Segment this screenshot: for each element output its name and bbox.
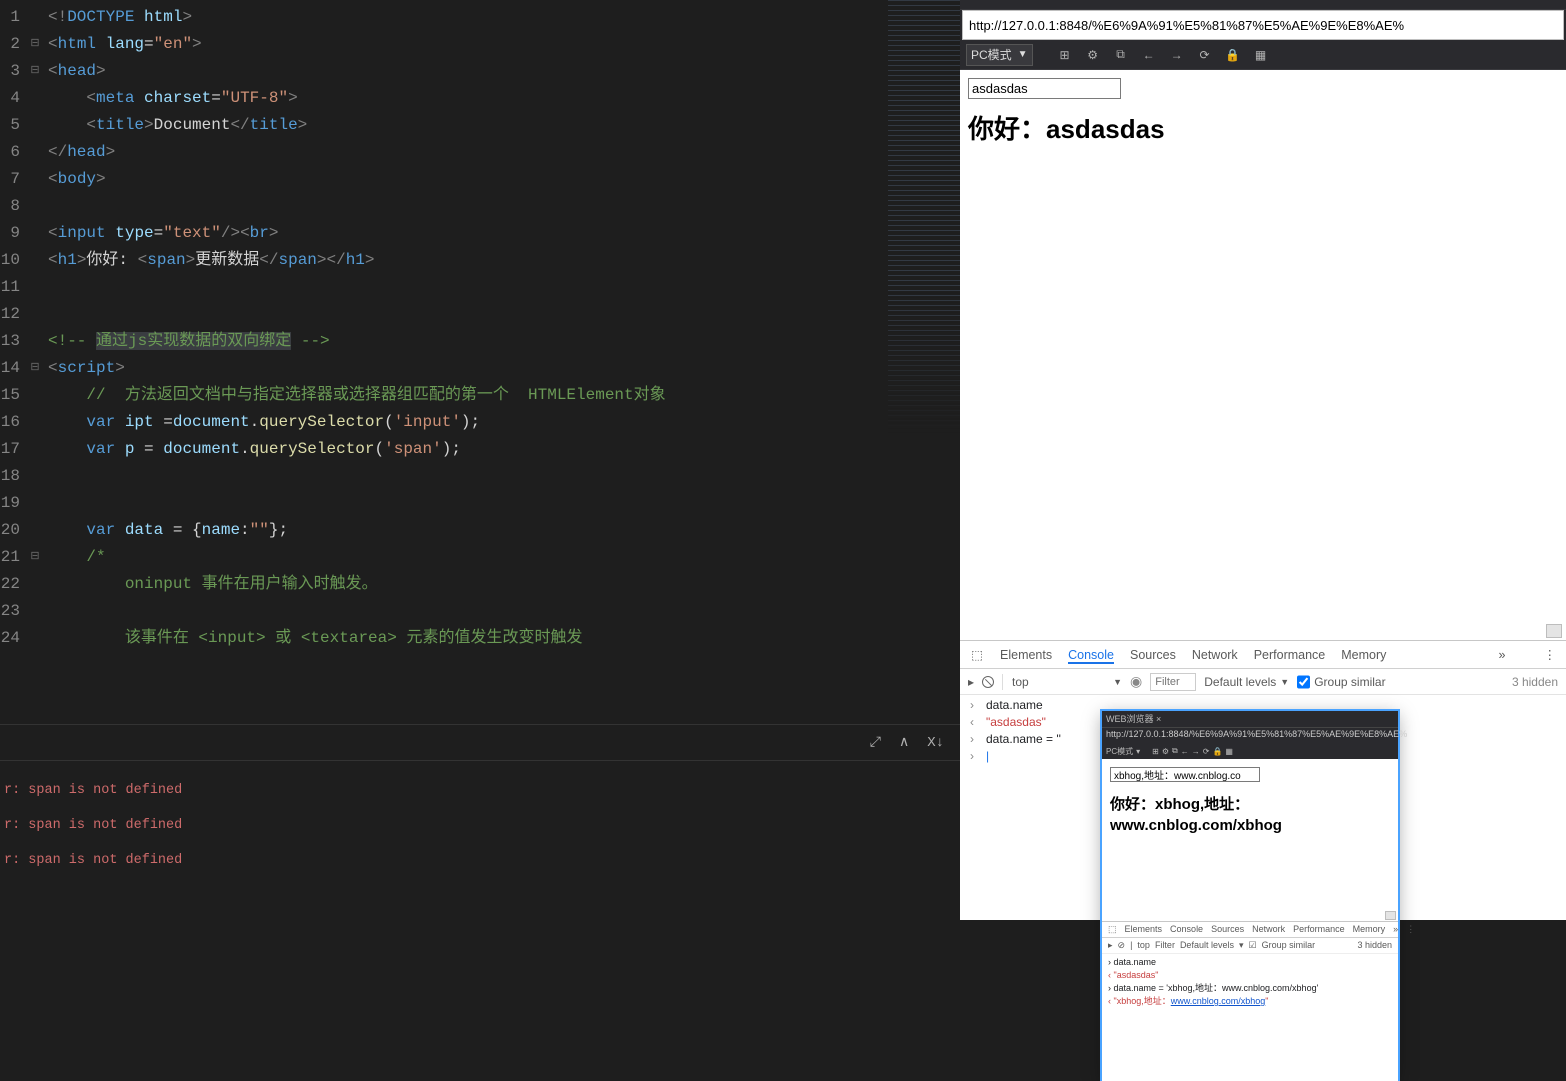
- preview-console-line: ‹ "xbhog,地址：www.cnblog.com/xbhog": [1108, 995, 1392, 1008]
- chevron-down-icon: ▼: [1018, 49, 1028, 60]
- page-heading: 你好：asdasdas: [968, 109, 1558, 146]
- console-toolbar: ▸ top▼ ◉ Default levels▼ Group similar 3…: [960, 669, 1566, 695]
- status-icon-up[interactable]: ∧: [899, 734, 909, 751]
- terminal-error-line: r: span is not defined: [4, 843, 956, 878]
- preview-hidden: 3 hidden: [1357, 940, 1392, 951]
- status-icon-x[interactable]: X↓: [927, 735, 944, 751]
- heading-span: asdasdas: [1046, 114, 1165, 144]
- preview-title: WEB浏览器 ×: [1102, 711, 1398, 727]
- minimap[interactable]: [888, 0, 960, 724]
- address-bar: [962, 10, 1564, 40]
- preview-group: Group similar: [1262, 940, 1316, 951]
- preview-console-line: › data.name: [1108, 956, 1392, 969]
- browser-tool-icon-6[interactable]: 🔒: [1221, 43, 1245, 67]
- browser-tool-icon-4[interactable]: →: [1165, 43, 1189, 67]
- preview-filter: Filter: [1155, 940, 1175, 951]
- preview-context: top: [1137, 940, 1150, 951]
- screenshot-preview-overlay: WEB浏览器 × http://127.0.0.1:8848/%E6%9A%91…: [1102, 711, 1398, 1081]
- console-filter-input[interactable]: [1150, 673, 1196, 691]
- devtools-tabs: ⬚ Elements Console Sources Network Performan…: [960, 641, 1566, 669]
- devtools-menu-icon[interactable]: ⋮: [1544, 647, 1557, 662]
- rendered-page: 你好：asdasdas: [960, 70, 1566, 640]
- preview-console-line: › data.name = 'xbhog,地址：www.cnblog.com/x…: [1108, 982, 1392, 995]
- line-number-gutter: 123456789101112131415161718192021222324: [0, 0, 28, 724]
- preview-page-input: [1110, 767, 1260, 782]
- log-levels-select[interactable]: Default levels▼: [1204, 675, 1289, 689]
- console-clear-icon[interactable]: [982, 676, 994, 688]
- preview-heading: 你好：xbhog,地址： www.cnblog.com/xbhog: [1110, 794, 1390, 836]
- editor-status-bar: ⤢ ∧ X↓: [0, 724, 960, 760]
- heading-prefix: 你好：: [968, 114, 1046, 144]
- preview-mode: PC模式: [1106, 746, 1133, 757]
- terminal-error-line: r: span is not defined: [4, 808, 956, 843]
- preview-levels: Default levels: [1180, 940, 1234, 951]
- page-text-input[interactable]: [968, 78, 1121, 99]
- devtools-tab-elements[interactable]: Elements: [1000, 648, 1052, 662]
- browser-tool-icon-0[interactable]: ⊞: [1053, 43, 1077, 67]
- browser-tool-icon-1[interactable]: ⚙: [1081, 43, 1105, 67]
- devtools-dock-icon[interactable]: [1546, 624, 1562, 638]
- console-play-icon[interactable]: ▸: [968, 675, 974, 689]
- terminal-error-line: r: span is not defined: [4, 773, 956, 808]
- editor-body: 123456789101112131415161718192021222324 …: [0, 0, 960, 724]
- devtools-panel: ⬚ Elements Console Sources Network Performan…: [960, 640, 1566, 920]
- terminal-panel[interactable]: r: span is not definedr: span is not def…: [0, 760, 960, 920]
- preview-dock-icon: [1385, 911, 1396, 920]
- devtools-tab-memory[interactable]: Memory: [1341, 648, 1386, 662]
- devtools-tab-console[interactable]: Console: [1068, 648, 1114, 664]
- browser-tool-icon-7[interactable]: ▦: [1249, 43, 1273, 67]
- group-similar-check[interactable]: [1297, 673, 1310, 691]
- preview-tab-performance: Performance: [1293, 924, 1345, 935]
- preview-h1-line1: 你好：xbhog,地址：: [1110, 796, 1249, 813]
- browser-toolbar: PC模式 ▼ ⊞⚙⧉←→⟳🔒▦: [960, 40, 1566, 70]
- preview-devtools: ⬚ElementsConsoleSourcesNetworkPerformanc…: [1102, 921, 1398, 1081]
- status-icon-expand[interactable]: ⤢: [870, 735, 881, 751]
- devtools-tab-network[interactable]: Network: [1192, 648, 1238, 662]
- code-editor-pane: 123456789101112131415161718192021222324 …: [0, 0, 960, 920]
- preview-toolbar: PC模式▾ ⊞⚙⧉←→⟳🔒▦: [1102, 743, 1398, 759]
- preview-h1-line2: www.cnblog.com/xbhog: [1110, 817, 1282, 834]
- group-similar-label: Group similar: [1314, 675, 1385, 689]
- fold-gutter: ⊟⊟ ⊟ ⊟: [28, 0, 42, 724]
- browser-tab-strip: [960, 0, 1566, 10]
- devtools-tab-sources[interactable]: Sources: [1130, 648, 1176, 662]
- preview-tab-sources: Sources: [1211, 924, 1244, 935]
- hidden-count: 3 hidden: [1512, 675, 1558, 689]
- preview-tab-memory: Memory: [1353, 924, 1386, 935]
- preview-tab-network: Network: [1252, 924, 1285, 935]
- preview-console-line: ‹ "asdasdas": [1108, 969, 1392, 982]
- preview-tab-console: Console: [1170, 924, 1203, 935]
- inspect-icon[interactable]: ⬚: [970, 647, 984, 662]
- browser-tool-icon-2[interactable]: ⧉: [1109, 43, 1133, 67]
- device-mode-label: PC模式: [971, 46, 1012, 63]
- context-label: top: [1012, 675, 1029, 689]
- url-input[interactable]: [963, 18, 1563, 33]
- preview-tab-elements: Elements: [1125, 924, 1163, 935]
- code-area[interactable]: <!DOCTYPE html> <html lang="en"> <head> …: [42, 0, 666, 724]
- browser-pane: PC模式 ▼ ⊞⚙⧉←→⟳🔒▦ 你好：asdasdas ⬚ Elements Co…: [960, 0, 1566, 920]
- devtools-more-icon[interactable]: »: [1499, 648, 1506, 662]
- group-similar-checkbox[interactable]: Group similar: [1297, 673, 1385, 691]
- devtools-tab-performance[interactable]: Performance: [1254, 648, 1326, 662]
- log-levels-label: Default levels: [1204, 675, 1276, 689]
- browser-tool-icon-3[interactable]: ←: [1137, 43, 1161, 67]
- context-select[interactable]: top▼: [1012, 675, 1122, 689]
- preview-url: http://127.0.0.1:8848/%E6%9A%91%E5%81%87…: [1102, 727, 1398, 743]
- browser-tool-icon-5[interactable]: ⟳: [1193, 43, 1217, 67]
- device-mode-select[interactable]: PC模式 ▼: [966, 44, 1033, 66]
